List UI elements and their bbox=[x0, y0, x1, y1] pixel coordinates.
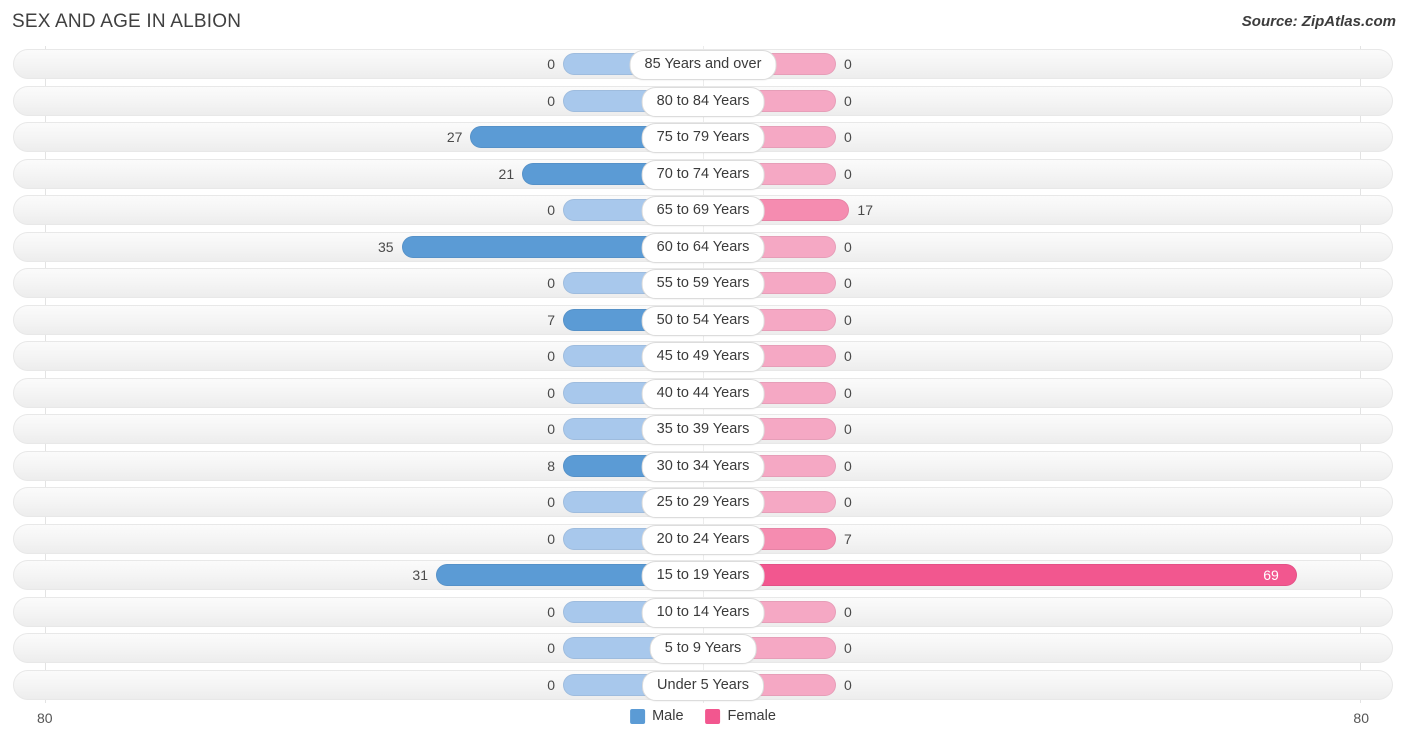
age-group-label: 70 to 74 Years bbox=[641, 159, 765, 190]
female-value-label: 0 bbox=[844, 129, 852, 145]
male-value-label: 35 bbox=[377, 238, 394, 255]
female-value-label: 0 bbox=[844, 348, 852, 364]
female-color-swatch-icon bbox=[705, 708, 721, 724]
chart-row: 0 0 35 to 39 Years bbox=[0, 411, 1406, 448]
male-value-label: 0 bbox=[547, 421, 555, 437]
chart-row: 0 17 65 to 69 Years bbox=[0, 192, 1406, 229]
male-value-label: 0 bbox=[547, 640, 555, 656]
age-group-label: 55 to 59 Years bbox=[641, 269, 765, 299]
female-value-label: 17 bbox=[857, 202, 873, 218]
chart-row: 0 0 40 to 44 Years bbox=[0, 375, 1406, 412]
female-value-label: 7 bbox=[844, 530, 852, 547]
female-value-label: 0 bbox=[844, 603, 852, 620]
male-value-label: 0 bbox=[547, 92, 555, 109]
age-group-label: 25 to 29 Years bbox=[641, 488, 765, 518]
chart-header: SEX AND AGE IN ALBION Source: ZipAtlas.c… bbox=[0, 0, 1406, 46]
male-value-label: 0 bbox=[547, 56, 555, 72]
male-value-label: 31 bbox=[412, 567, 428, 583]
chart-row: 7 0 50 to 54 Years bbox=[0, 302, 1406, 339]
age-group-label: 30 to 34 Years bbox=[641, 451, 765, 482]
legend-label-male: Male bbox=[652, 708, 684, 724]
legend-item-male[interactable]: Male bbox=[630, 708, 684, 724]
male-value-label: 0 bbox=[547, 348, 555, 364]
male-value-label: 0 bbox=[547, 676, 555, 693]
chart-row: 0 0 10 to 14 Years bbox=[0, 594, 1406, 631]
legend-label-female: Female bbox=[727, 708, 776, 724]
age-group-label: 50 to 54 Years bbox=[641, 305, 765, 336]
chart-row: 0 0 Under 5 Years bbox=[0, 667, 1406, 704]
female-value-label: 0 bbox=[844, 92, 852, 109]
female-value-label: 69 bbox=[1263, 567, 1279, 583]
female-value-label: 0 bbox=[844, 384, 852, 401]
chart-row: 31 69 15 to 19 Years bbox=[0, 557, 1406, 594]
female-value-label: 0 bbox=[844, 238, 852, 255]
axis-tick-left: 80 bbox=[37, 710, 53, 726]
chart-rows: 0 0 85 Years and over 0 0 80 to 84 Years 27 0 75… bbox=[0, 46, 1406, 703]
female-value-label: 0 bbox=[844, 676, 852, 693]
age-group-label: 85 Years and over bbox=[629, 50, 777, 80]
female-value-label: 0 bbox=[844, 275, 852, 291]
male-value-label: 0 bbox=[547, 530, 555, 547]
male-value-label: 0 bbox=[547, 494, 555, 510]
age-group-label: 60 to 64 Years bbox=[641, 232, 765, 263]
chart-legend: Male Female bbox=[630, 708, 776, 724]
male-value-label: 0 bbox=[547, 275, 555, 291]
age-group-label: 40 to 44 Years bbox=[641, 378, 765, 409]
male-value-label: 27 bbox=[446, 129, 463, 145]
female-value-label: 0 bbox=[844, 421, 852, 437]
age-group-label: 5 to 9 Years bbox=[649, 634, 757, 664]
male-value-label: 0 bbox=[547, 384, 555, 401]
female-value-label: 0 bbox=[844, 457, 852, 474]
age-group-label: 20 to 24 Years bbox=[641, 524, 765, 555]
chart-row: 0 7 20 to 24 Years bbox=[0, 521, 1406, 558]
age-group-label: 65 to 69 Years bbox=[641, 196, 765, 226]
female-bar[interactable] bbox=[703, 564, 1298, 586]
chart-row: 0 0 5 to 9 Years bbox=[0, 630, 1406, 667]
chart-row: 0 0 55 to 59 Years bbox=[0, 265, 1406, 302]
chart-row: 8 0 30 to 34 Years bbox=[0, 448, 1406, 485]
male-value-label: 0 bbox=[547, 202, 555, 218]
age-group-label: 45 to 49 Years bbox=[641, 342, 765, 372]
age-group-label: 75 to 79 Years bbox=[641, 123, 765, 153]
chart-row: 0 0 80 to 84 Years bbox=[0, 83, 1406, 120]
male-value-label: 8 bbox=[547, 457, 555, 474]
chart-row: 21 0 70 to 74 Years bbox=[0, 156, 1406, 193]
chart-row: 0 0 25 to 29 Years bbox=[0, 484, 1406, 521]
male-color-swatch-icon bbox=[630, 708, 646, 724]
male-value-label: 0 bbox=[547, 603, 555, 620]
axis-tick-right: 80 bbox=[1353, 710, 1369, 726]
age-group-label: 35 to 39 Years bbox=[641, 415, 765, 445]
chart-footer: 80 80 Male Female bbox=[0, 703, 1406, 741]
page-title: SEX AND AGE IN ALBION bbox=[12, 11, 242, 32]
chart-row: 0 0 85 Years and over bbox=[0, 46, 1406, 83]
chart-plot-area: 0 0 85 Years and over 0 0 80 to 84 Years 27 0 75… bbox=[0, 46, 1406, 703]
chart-row: 0 0 45 to 49 Years bbox=[0, 338, 1406, 375]
female-value-label: 0 bbox=[844, 640, 852, 656]
chart-row: 27 0 75 to 79 Years bbox=[0, 119, 1406, 156]
source-attribution: Source: ZipAtlas.com bbox=[1241, 13, 1396, 30]
age-group-label: Under 5 Years bbox=[642, 670, 764, 701]
female-value-label: 0 bbox=[844, 494, 852, 510]
chart-row: 35 0 60 to 64 Years bbox=[0, 229, 1406, 266]
female-value-label: 0 bbox=[844, 311, 852, 328]
male-value-label: 7 bbox=[547, 311, 555, 328]
female-value-label: 0 bbox=[844, 165, 852, 182]
age-group-label: 15 to 19 Years bbox=[641, 561, 765, 591]
female-value-label: 0 bbox=[844, 56, 852, 72]
legend-item-female[interactable]: Female bbox=[705, 708, 776, 724]
age-group-label: 10 to 14 Years bbox=[641, 597, 765, 628]
male-value-label: 21 bbox=[498, 165, 515, 182]
age-group-label: 80 to 84 Years bbox=[641, 86, 765, 117]
